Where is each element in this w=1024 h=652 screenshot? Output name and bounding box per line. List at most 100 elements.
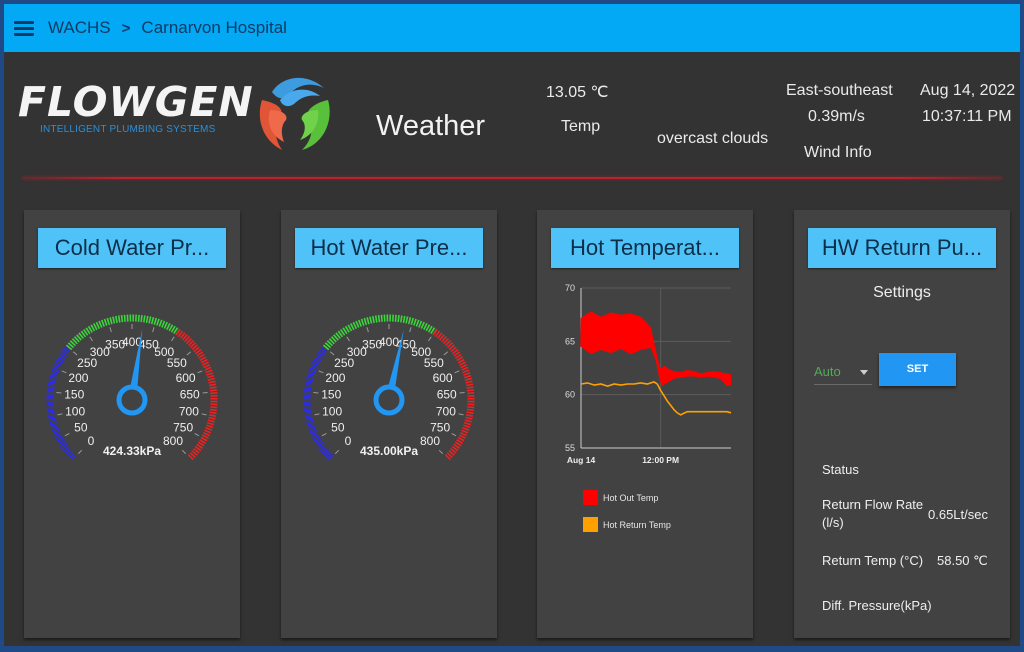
gauge-tick (186, 351, 192, 356)
return-flow-rate-value: 0.65Lt/sec (928, 507, 988, 522)
series-hot-return-temp (580, 381, 732, 416)
gauge-tick-label: 50 (74, 420, 88, 434)
hot-water-pressure-card: Hot Water Pre... 0 50 100 150 200 250 300 350 40… (281, 210, 497, 638)
hot-temperature-card: Hot Temperat... 55 60 65 70 Aug 14 12:00 PM H… (537, 210, 753, 638)
return-temp-value: 58.50 ℃ (937, 553, 988, 568)
cold-water-pressure-gauge: 0501001502002503003504004505005506006507… (46, 314, 218, 461)
gauge-tick-label: 100 (65, 404, 85, 418)
gauge-tick (57, 413, 63, 416)
wind-speed: 0.39m/s (808, 108, 865, 125)
gauge-tick (409, 327, 412, 333)
settings-label: Settings (873, 284, 931, 301)
current-date: Aug 14, 2022 (920, 82, 1016, 99)
gauge-tick (438, 449, 444, 455)
gauge-tick (329, 351, 335, 356)
pump-mode-value: Auto (814, 364, 841, 379)
gauge-tick-label: 200 (68, 371, 88, 385)
gauge-tick-label: 750 (173, 420, 193, 434)
y-tick-label: 60 (565, 390, 575, 400)
hot-temperature-chart[interactable]: 55 60 65 70 Aug 14 12:00 PM (537, 272, 753, 472)
gauge-tick (194, 433, 200, 437)
cold-water-pressure-card: Cold Water Pr... 0 50 100 150 200 250 300 350 40… (24, 210, 240, 638)
flowgen-logo-text: FLOWGEN (18, 78, 254, 126)
legend-swatch-orange (583, 517, 598, 532)
gauge-tick (334, 449, 340, 455)
wind-direction: East-southeast (786, 82, 893, 99)
gauge-tick (152, 327, 155, 333)
gauge-tick (77, 449, 83, 455)
gauge-tick (197, 370, 203, 374)
gauge-tick-label: 650 (180, 387, 200, 401)
gauge-tick-label: 550 (167, 356, 187, 370)
gauge-tick-label: 550 (424, 356, 444, 370)
gauge-tick (64, 433, 70, 437)
series-hot-out-temp (580, 311, 732, 387)
set-button[interactable]: SET (879, 353, 956, 386)
gauge-tick (72, 351, 78, 356)
y-tick-label: 70 (565, 283, 575, 293)
current-time: 10:37:11 PM (922, 108, 1012, 125)
gauge-tick (346, 336, 350, 342)
flowgen-swirl-logo-icon (259, 77, 330, 150)
gauge-tick (458, 413, 464, 416)
gauge-tick (61, 370, 67, 374)
gauge-tick (428, 336, 432, 342)
dashboard-window: WACHS > Carnarvon Hospital FLOWGEN INTEL… (4, 4, 1020, 646)
gauge-tick-label: 600 (176, 371, 196, 385)
card-title[interactable]: Cold Water Pr... (38, 228, 226, 268)
temperature-value: 13.05 ℃ (546, 84, 609, 101)
breadcrumb-organization[interactable]: WACHS (48, 18, 111, 38)
weather-header: FLOWGEN INTELLIGENT PLUMBING SYSTEMS Wea… (4, 52, 1020, 180)
breadcrumb-site[interactable]: Carnarvon Hospital (141, 18, 287, 38)
legend-label: Hot Out Temp (603, 492, 659, 503)
legend-label: Hot Return Temp (603, 519, 671, 530)
gauge-tick-label: 0 (88, 434, 95, 448)
gauge-band-low (303, 345, 334, 461)
y-tick-label: 65 (565, 336, 575, 346)
hw-return-pump-card: HW Return Pu... Settings Auto SET Status… (794, 210, 1010, 638)
dropdown-caret-icon (860, 370, 868, 375)
gauge-readout: 424.33kPa (103, 444, 161, 458)
gauge-tick-label: 50 (331, 420, 345, 434)
return-temp-label: Return Temp (°C) (822, 553, 924, 568)
temperature-label: Temp (561, 118, 601, 135)
gauge-hub (116, 384, 148, 416)
gauge-tick-label: 100 (322, 404, 342, 418)
logo-subtitle: INTELLIGENT PLUMBING SYSTEMS (40, 124, 216, 135)
gauge-tick-label: 700 (179, 404, 199, 418)
hamburger-menu-icon[interactable] (14, 18, 34, 39)
hot-water-pressure-gauge: 0501001502002503003504004505005506006507… (303, 314, 475, 461)
header-divider (22, 177, 1002, 179)
gauge-tick-label: 700 (436, 404, 456, 418)
gauge-tick (89, 336, 93, 342)
weather-section-title: Weather (376, 110, 486, 142)
gauge-tick (443, 351, 449, 356)
gauge-tick (201, 413, 207, 416)
gauge-tick (109, 327, 112, 333)
gauge-tick (314, 413, 320, 416)
gauge-tick (181, 449, 187, 455)
pump-mode-select[interactable]: Auto (814, 360, 872, 385)
card-title[interactable]: HW Return Pu... (808, 228, 996, 268)
legend-item-hot-return-temp[interactable]: Hot Return Temp (583, 517, 671, 532)
gauge-tick (318, 370, 324, 374)
gauge-tick-label: 800 (163, 434, 183, 448)
gauge-tick (454, 370, 460, 374)
gauge-tick (321, 433, 327, 437)
gauge-band-low (46, 345, 77, 461)
y-tick-label: 55 (565, 443, 575, 453)
status-label: Status (822, 462, 859, 477)
card-title[interactable]: Hot Water Pre... (295, 228, 483, 268)
gauge-tick-label: 150 (64, 387, 84, 401)
gauge-tick-label: 650 (437, 387, 457, 401)
gauge-tick-label: 800 (420, 434, 440, 448)
gauge-tick-label: 600 (433, 371, 453, 385)
x-tick-label: 12:00 PM (642, 455, 679, 465)
gauge-readout: 435.00kPa (360, 444, 418, 458)
diff-pressure-label: Diff. Pressure(kPa) (822, 598, 932, 613)
card-title[interactable]: Hot Temperat... (551, 228, 739, 268)
gauge-tick (171, 336, 175, 342)
gauge-hub (373, 384, 405, 416)
gauge-tick (366, 327, 369, 333)
legend-item-hot-out-temp[interactable]: Hot Out Temp (583, 490, 658, 505)
